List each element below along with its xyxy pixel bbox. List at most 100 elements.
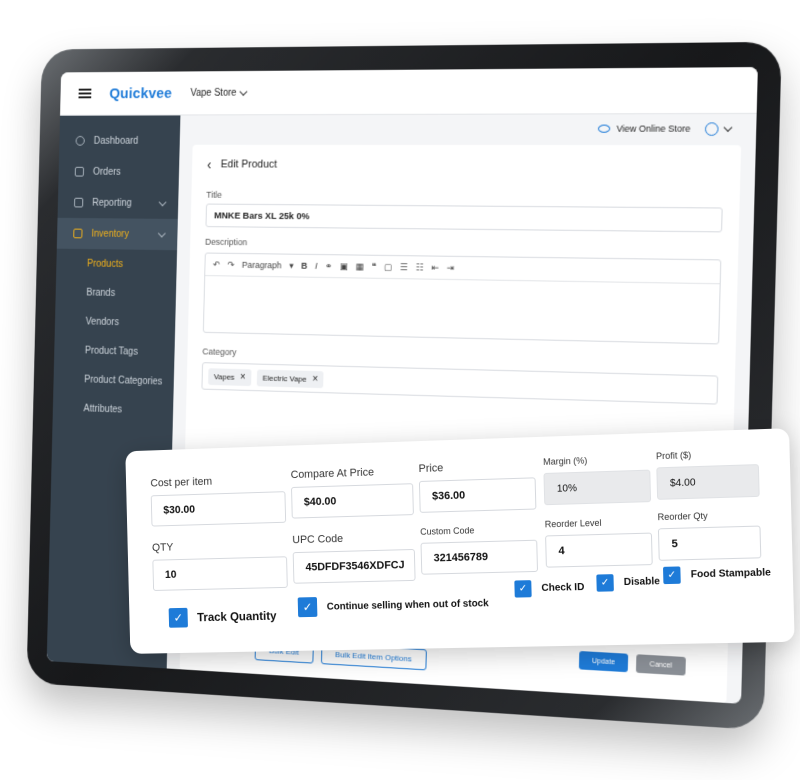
form-actions: Update Cancel [578,650,686,676]
disable-label: Disable [623,576,661,589]
sidebar-item-label: Dashboard [93,135,139,147]
title-label: Title [206,189,222,200]
reorder-level-label: Reorder Level [544,517,602,530]
store-selector[interactable]: Vape Store [190,87,248,99]
close-icon[interactable]: × [312,373,318,384]
sidebar-item-orders[interactable]: Orders [58,156,179,188]
description-editor[interactable]: ↶ ↷ Paragraph ▾ B I ⚭ ▣ ▦ ❝ ▢ ☰ ☷ ⇤ ⇥ [202,252,722,345]
disable-checkbox[interactable]: ✓ [596,574,614,592]
chevron-down-icon [723,122,733,132]
sidebar-item-label: Orders [92,166,121,178]
paragraph-select[interactable]: Paragraph [242,260,282,270]
track-quantity-checkbox[interactable]: ✓ [168,607,188,628]
sidebar-item-reporting[interactable]: Reporting [58,187,179,219]
sidebar-subitem-product-tags[interactable]: Product Tags [54,335,175,367]
view-online-store-link[interactable]: View Online Store [616,123,690,133]
bold-icon[interactable]: B [301,261,307,271]
upc-input[interactable]: 45DFDF3546XDFCJ [292,548,416,584]
undo-icon[interactable]: ↶ [213,259,220,270]
compare-input[interactable]: $40.00 [291,483,414,519]
sidebar-subitem-vendors[interactable]: Vendors [55,306,176,338]
menu-icon[interactable] [78,88,92,99]
image-icon[interactable]: ▣ [340,261,348,272]
dashboard-icon [75,135,85,146]
top-bar: Quickvee Vape Store [60,67,758,116]
food-stampable-row[interactable]: ✓ Food Stampable [662,564,771,585]
eye-icon [598,124,611,133]
sidebar-subitem-products[interactable]: Products [56,249,177,280]
sidebar-item-dashboard[interactable]: Dashboard [59,125,180,156]
chevron-down-icon [239,87,248,96]
upc-field: UPC Code 45DFDF3546XDFCJ [292,531,416,584]
indent-icon[interactable]: ⇥ [447,262,455,273]
description-label: Description [204,236,248,248]
globe-icon[interactable] [704,121,719,136]
update-button[interactable]: Update [578,650,629,673]
page-title: Edit Product [220,158,278,171]
store-name: Vape Store [190,87,237,99]
continue-selling-row[interactable]: ✓ Continue selling when out of stock [297,593,489,618]
chevron-down-icon [157,228,166,238]
check-id-label: Check ID [541,581,585,594]
chevron-down-icon [158,197,167,206]
title-input[interactable]: MNKE Bars XL 25k 0% [205,203,723,233]
margin-value: 10% [543,469,652,506]
reorder-qty-field: Reorder Qty 5 [657,509,762,561]
cancel-button[interactable]: Cancel [635,654,686,676]
reorder-qty-input[interactable]: 5 [657,525,762,561]
continue-selling-checkbox[interactable]: ✓ [297,597,318,618]
profit-field: Profit ($) $4.00 [656,448,760,500]
custom-code-input[interactable]: 321456789 [420,539,539,575]
back-arrow-icon[interactable]: ‹ [207,157,212,173]
price-field: Price $36.00 [418,459,537,513]
profit-label: Profit ($) [655,449,692,462]
bullet-list-icon[interactable]: ☰ [400,262,408,273]
close-icon[interactable]: × [240,372,246,383]
reorder-level-field: Reorder Level 4 [544,516,653,568]
editor-toolbar: ↶ ↷ Paragraph ▾ B I ⚭ ▣ ▦ ❝ ▢ ☰ ☷ ⇤ ⇥ [205,253,721,285]
card-header: ‹ Edit Product [207,145,725,187]
profit-value: $4.00 [656,464,760,500]
food-stampable-checkbox[interactable]: ✓ [662,566,681,585]
disable-row[interactable]: ✓ Disable [596,573,660,592]
sidebar-subitem-attributes[interactable]: Attributes [53,393,174,426]
price-input[interactable]: $36.00 [418,477,537,513]
track-quantity-row[interactable]: ✓ Track Quantity [168,606,277,628]
compare-label: Compare At Price [290,466,375,482]
category-chip: Electric Vape × [256,369,324,388]
qty-field: QTY 10 [152,539,288,591]
qty-input[interactable]: 10 [152,556,288,591]
price-label: Price [418,462,444,476]
sidebar-item-inventory[interactable]: Inventory [56,217,178,251]
check-id-checkbox[interactable]: ✓ [514,580,532,598]
chevron-down-icon: ▾ [289,260,294,271]
food-stampable-label: Food Stampable [690,567,771,581]
continue-selling-label: Continue selling when out of stock [326,597,489,613]
link-icon[interactable]: ⚭ [325,261,332,272]
sub-header: View Online Store [180,114,757,143]
table-icon[interactable]: ▦ [356,261,364,272]
numbered-list-icon[interactable]: ☷ [416,262,424,273]
category-select[interactable]: Vapes × Electric Vape × [201,362,719,405]
upc-label: UPC Code [292,532,344,547]
reorder-level-input[interactable]: 4 [545,532,653,568]
quote-icon[interactable]: ❝ [372,261,377,272]
italic-icon[interactable]: I [315,261,318,271]
media-icon[interactable]: ▢ [384,261,393,272]
brand-logo: Quickvee [109,84,173,102]
sidebar-subitem-brands[interactable]: Brands [55,278,176,309]
cost-field: Cost per item $30.00 [150,473,287,527]
check-id-row[interactable]: ✓ Check ID [514,579,584,598]
pricing-panel: Cost per item $30.00 Compare At Price $4… [125,428,795,654]
sidebar-subitem-product-categories[interactable]: Product Categories [53,364,174,396]
custom-code-field: Custom Code 321456789 [420,524,539,575]
reporting-icon [74,197,84,208]
chip-label: Vapes [213,371,235,382]
chip-label: Electric Vape [262,373,307,384]
orders-icon [74,166,85,177]
outdent-icon[interactable]: ⇤ [431,262,439,273]
redo-icon[interactable]: ↷ [227,259,234,270]
cost-input[interactable]: $30.00 [150,491,287,527]
margin-label: Margin (%) [543,455,588,467]
sidebar-item-label: Reporting [92,197,132,209]
